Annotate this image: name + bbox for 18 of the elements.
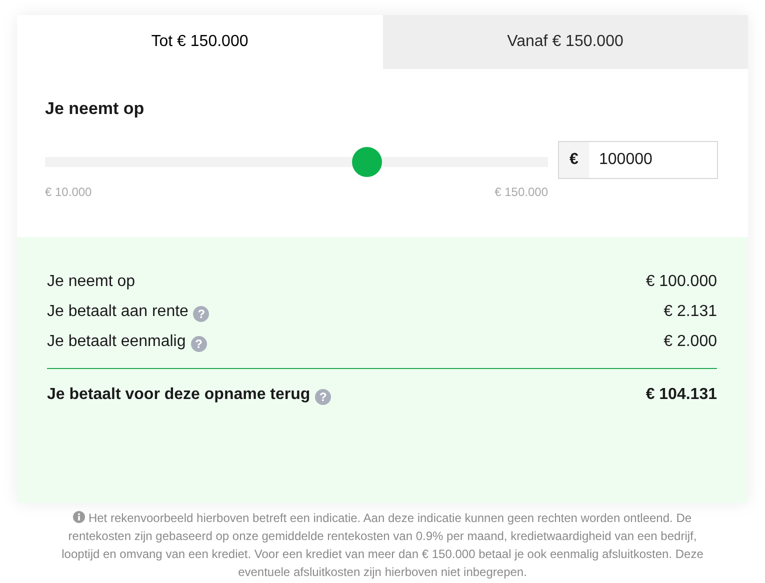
amount-field[interactable]: € 100000 xyxy=(558,141,718,179)
row-value: € 2.000 xyxy=(664,333,717,351)
info-icon xyxy=(73,511,86,523)
total-value: € 104.131 xyxy=(646,386,717,404)
currency-label: € xyxy=(559,142,589,178)
row-value: € 100.000 xyxy=(646,273,717,291)
min-label: € 10.000 xyxy=(45,185,92,199)
tab[interactable]: Tot € 150.000 xyxy=(17,15,382,69)
tab[interactable]: Vanaf € 150.000 xyxy=(382,15,748,69)
section-title: Je neemt op xyxy=(45,99,146,119)
row-label: Je neemt op xyxy=(47,273,136,291)
row-label: Je betaalt aan rente xyxy=(47,303,188,321)
max-label: € 150.000 xyxy=(494,185,548,199)
total-label: Je betaalt voor deze opname terug xyxy=(47,386,310,404)
slider-thumb[interactable] xyxy=(352,147,382,177)
disclaimer-text: Het rekenvoorbeeld hierboven betreft een indicatie. Aan deze indicatie kunnen geen rechten worden ontleend. De rentekosten zijn gebaseerd op onze gemiddelde rentekosten van 0.9% per maand, kredietwaardigheid van een bedrijf, looptijd en omvang van een krediet. Voor een krediet van meer dan € 150.000 betaal je ook eenmalig afsluitkosten. Deze eventuele afsluitkosten zijn hierboven niet inbegrepen. xyxy=(60,510,704,581)
row-label: Je betaalt eenmalig xyxy=(47,333,186,351)
row-value: € 2.131 xyxy=(664,303,717,321)
